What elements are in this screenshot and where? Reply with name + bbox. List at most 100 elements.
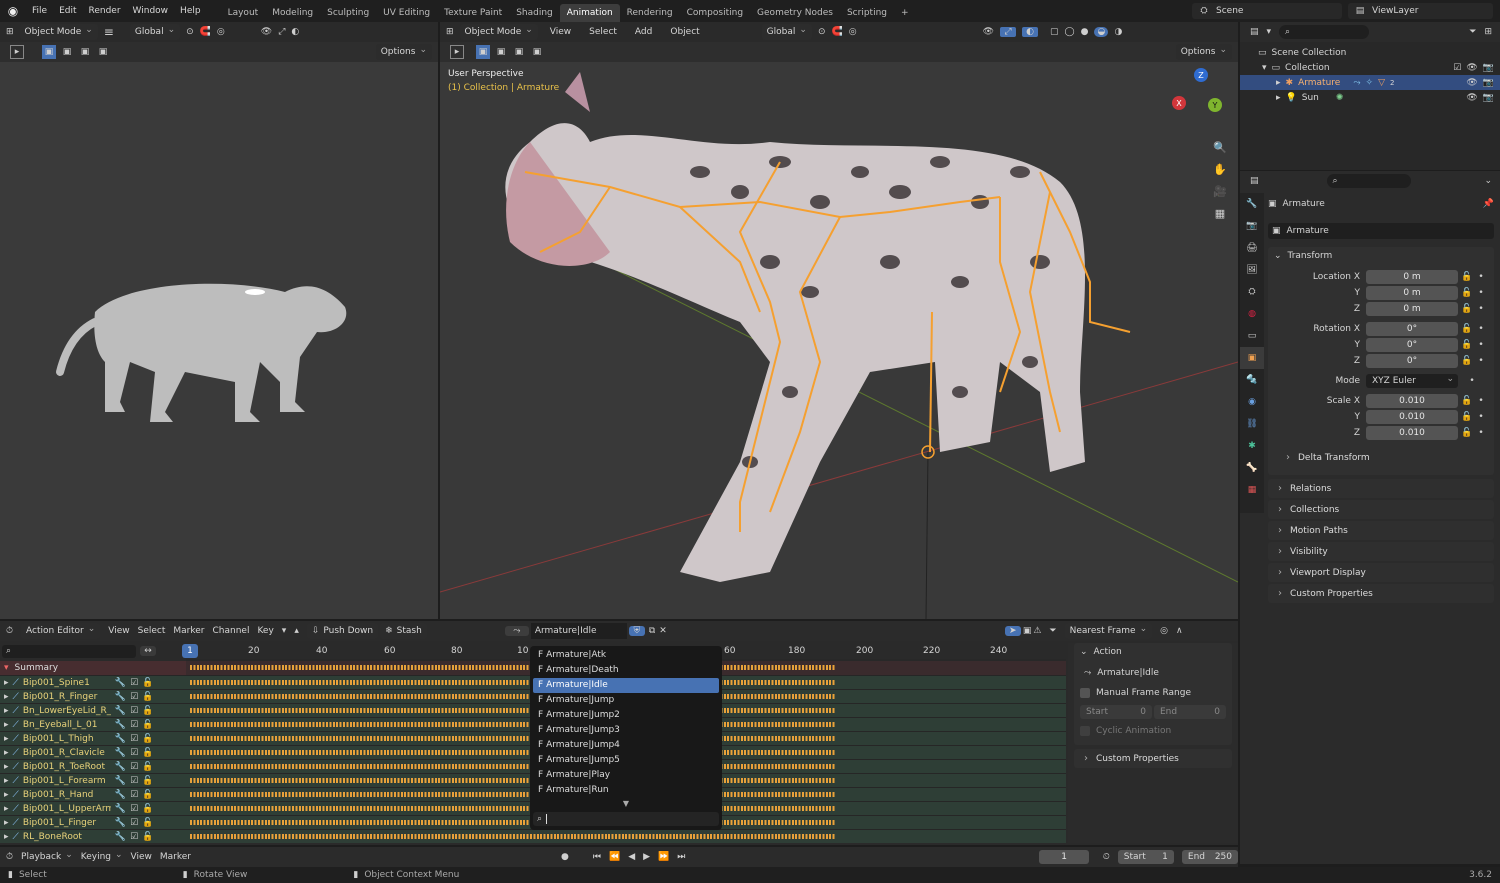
visibility-icon[interactable]: 👁: [261, 27, 272, 37]
checkbox-icon[interactable]: ☑: [130, 832, 138, 842]
action-browse-icon[interactable]: ⤳: [504, 626, 529, 636]
checkbox-icon[interactable]: ☑: [130, 762, 138, 772]
action-panel-header[interactable]: ⌄ Action: [1074, 643, 1232, 661]
manual-range-row[interactable]: Manual Frame Range: [1080, 685, 1226, 701]
checkbox-icon[interactable]: ☑: [130, 706, 138, 716]
keyframe-dot-icon[interactable]: •: [1476, 324, 1486, 334]
scale-z-field[interactable]: 0.010: [1366, 425, 1458, 440]
grid-icon[interactable]: ▦: [1210, 202, 1230, 224]
jump-end-icon[interactable]: ⏭: [677, 852, 685, 862]
options-dropdown[interactable]: Options: [375, 44, 432, 60]
scroll-down-icon[interactable]: ▼: [533, 798, 719, 808]
checkbox-icon[interactable]: ☑: [130, 734, 138, 744]
lock-icon[interactable]: 🔓: [1458, 412, 1476, 422]
tab-compositing[interactable]: Compositing: [680, 4, 750, 22]
wrench-icon[interactable]: 🔧: [115, 776, 126, 786]
pivot-icon[interactable]: ⊙: [186, 27, 194, 37]
overlay-icon[interactable]: ◐: [1022, 27, 1038, 37]
wrench-icon[interactable]: 🔧: [115, 748, 126, 758]
action-popup-item[interactable]: F Armature|Jump: [533, 693, 719, 708]
action-popup-item[interactable]: F Armature|Play: [533, 768, 719, 783]
disclosure-closed-icon[interactable]: ▸: [4, 678, 9, 688]
channel-row[interactable]: ▸ ⟋ Bip001_R_ToeRoot 🔧 ☑ 🔓: [0, 759, 186, 773]
play-reverse-icon[interactable]: ◀: [628, 852, 635, 862]
gizmo-icon[interactable]: ⤢: [278, 27, 285, 37]
lock-icon[interactable]: 🔓: [142, 776, 153, 786]
disclosure-closed-icon[interactable]: ▸: [4, 706, 9, 716]
select-extend-icon[interactable]: ▣: [60, 45, 74, 59]
wrench-icon[interactable]: 🔧: [115, 832, 126, 842]
disclosure-open-icon[interactable]: ▾: [1262, 63, 1267, 73]
pin-icon[interactable]: 📌: [1483, 199, 1494, 209]
push-down-button[interactable]: ⇩ Push Down: [306, 623, 379, 639]
motion-paths-panel[interactable]: Motion Paths: [1268, 521, 1494, 540]
channel-row[interactable]: ▸ ⟋ Bip001_L_UpperArm 🔧 ☑ 🔓: [0, 801, 186, 815]
rotation-mode-dropdown[interactable]: XYZ Euler: [1366, 373, 1458, 388]
disclosure-closed-icon[interactable]: ▸: [1276, 78, 1281, 88]
properties-search[interactable]: ⌕: [1326, 174, 1411, 188]
select-cursor-icon[interactable]: ➤: [1004, 626, 1021, 636]
end-field[interactable]: End 0: [1154, 705, 1226, 719]
keyframes[interactable]: [190, 820, 836, 825]
zoom-icon[interactable]: 🔍: [1210, 136, 1230, 158]
shading-rendered-icon[interactable]: ◑: [1114, 27, 1122, 37]
outliner-row-armature[interactable]: ▸ ✱ Armature ⤳ ✧ ▽ 2 👁 📷: [1240, 75, 1500, 90]
tab-shading[interactable]: Shading: [509, 4, 560, 22]
select-extend-icon[interactable]: ▣: [494, 45, 508, 59]
shading-material-icon[interactable]: ◒: [1094, 27, 1109, 37]
tab-rendering[interactable]: Rendering: [620, 4, 680, 22]
editor-type-icon[interactable]: ▤: [1250, 27, 1259, 37]
gizmo-y-icon[interactable]: Y: [1208, 98, 1222, 112]
options-dropdown[interactable]: Options: [1175, 44, 1232, 60]
lock-icon[interactable]: 🔓: [1458, 324, 1476, 334]
menu-object[interactable]: Object: [664, 27, 705, 37]
action-popup-item[interactable]: F Armature|Run: [533, 783, 719, 798]
disclosure-closed-icon[interactable]: ▸: [4, 790, 9, 800]
proportional-icon[interactable]: ◎: [849, 27, 857, 37]
navigation-gizmo[interactable]: Z Y X: [1170, 68, 1230, 130]
fake-user-shield-icon[interactable]: ⛨: [628, 626, 645, 636]
wrench-icon[interactable]: 🔧: [115, 706, 126, 716]
editor-type-icon[interactable]: ⏱: [6, 626, 13, 636]
unlink-close-icon[interactable]: ✕: [659, 626, 667, 636]
disclosure-closed-icon[interactable]: ▸: [4, 734, 9, 744]
collections-panel[interactable]: Collections: [1268, 500, 1494, 519]
transform-dropdown[interactable]: Global: [129, 24, 181, 40]
rotation-z-field[interactable]: 0°: [1366, 353, 1458, 368]
disclosure-closed-icon[interactable]: ▸: [4, 720, 9, 730]
keyframes[interactable]: [190, 708, 836, 713]
menu-key[interactable]: Key: [257, 626, 273, 636]
keyframe-dot-icon[interactable]: •: [1476, 396, 1486, 406]
select-box-icon[interactable]: ▣: [42, 45, 56, 59]
filter-icon[interactable]: ⏷: [1469, 27, 1476, 37]
keyframes[interactable]: [190, 722, 836, 727]
action-popup-item[interactable]: F Armature|Jump3: [533, 723, 719, 738]
outliner-search[interactable]: ⌕: [1279, 25, 1370, 39]
main-viewport[interactable]: ⊞ Object Mode View Select Add Object Glo…: [440, 22, 1238, 619]
lock-icon[interactable]: 🔓: [142, 678, 153, 688]
channel-row[interactable]: ▸ ⟋ Bip001_R_Clavicle 🔧 ☑ 🔓: [0, 745, 186, 759]
tab-scripting[interactable]: Scripting: [840, 4, 894, 22]
keyframe-dot-icon[interactable]: •: [1476, 412, 1486, 422]
channel-row[interactable]: ▸ ⟋ Bn_Eyeball_L_01 🔧 ☑ 🔓: [0, 717, 186, 731]
tab-modeling[interactable]: Modeling: [265, 4, 320, 22]
channel-row[interactable]: ▸ ⟋ Bip001_R_Hand 🔧 ☑ 🔓: [0, 787, 186, 801]
keyframe-dot-icon[interactable]: •: [1476, 428, 1486, 438]
texture-tab-icon[interactable]: ▦: [1240, 479, 1264, 501]
cyclic-row[interactable]: Cyclic Animation: [1080, 723, 1226, 739]
channel-search-input[interactable]: ⌕: [2, 644, 136, 658]
lock-icon[interactable]: 🔓: [1458, 288, 1476, 298]
action-name-row[interactable]: ⤳ Armature|Idle: [1080, 665, 1226, 681]
disclosure-closed-icon[interactable]: ▸: [4, 748, 9, 758]
relations-panel[interactable]: Relations: [1268, 479, 1494, 498]
disclosure-closed-icon[interactable]: ▸: [4, 804, 9, 814]
select-box-icon[interactable]: ▣: [1023, 626, 1032, 636]
physics-tab-icon[interactable]: ◉: [1240, 391, 1264, 413]
select-tool-icon[interactable]: ▸: [10, 45, 24, 59]
preview-range-icon[interactable]: ⏲: [1103, 852, 1110, 862]
lock-icon[interactable]: 🔓: [1458, 304, 1476, 314]
rotation-y-field[interactable]: 0°: [1366, 337, 1458, 352]
proportional-icon[interactable]: ◎: [1160, 626, 1168, 636]
xray-icon[interactable]: ▢: [1050, 27, 1059, 37]
menu-help[interactable]: Help: [174, 6, 207, 16]
